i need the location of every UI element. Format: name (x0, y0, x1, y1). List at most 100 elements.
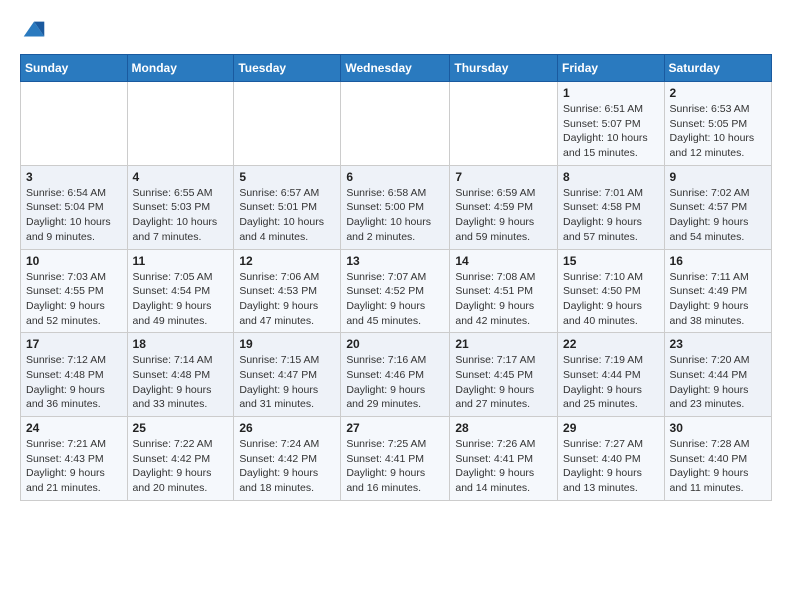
day-number: 27 (346, 421, 444, 435)
day-info: Sunrise: 7:08 AMSunset: 4:51 PMDaylight:… (455, 270, 552, 329)
day-info: Sunrise: 7:01 AMSunset: 4:58 PMDaylight:… (563, 186, 659, 245)
calendar-week-row: 17Sunrise: 7:12 AMSunset: 4:48 PMDayligh… (21, 333, 772, 417)
day-number: 23 (670, 337, 766, 351)
calendar-day-cell: 13Sunrise: 7:07 AMSunset: 4:52 PMDayligh… (341, 249, 450, 333)
calendar-day-cell: 3 Sunrise: 6:54 AMSunset: 5:04 PMDaylight… (21, 165, 128, 249)
day-info: Sunrise: 7:21 AMSunset: 4:43 PMDaylight:… (26, 437, 122, 496)
calendar-week-row: 1 Sunrise: 6:51 AMSunset: 5:07 PMDaylight… (21, 82, 772, 166)
day-info: Sunrise: 7:28 AMSunset: 4:40 PMDaylight:… (670, 437, 766, 496)
calendar-day-cell: 8 Sunrise: 7:01 AMSunset: 4:58 PMDaylight… (558, 165, 665, 249)
day-of-week-header: Monday (127, 55, 234, 82)
calendar-day-cell: 18Sunrise: 7:14 AMSunset: 4:48 PMDayligh… (127, 333, 234, 417)
calendar-day-cell (450, 82, 558, 166)
calendar-day-cell: 15 Sunrise: 7:10 AMSunset: 4:50 PMDayligh… (558, 249, 665, 333)
calendar-week-row: 24 Sunrise: 7:21 AMSunset: 4:43 PMDayligh… (21, 417, 772, 501)
day-number: 12 (239, 254, 335, 268)
calendar-day-cell: 6 Sunrise: 6:58 AMSunset: 5:00 PMDaylight… (341, 165, 450, 249)
day-info: Sunrise: 7:22 AMSunset: 4:42 PMDaylight:… (133, 437, 229, 496)
day-number: 30 (670, 421, 766, 435)
calendar-day-cell: 2 Sunrise: 6:53 AMSunset: 5:05 PMDaylight… (664, 82, 771, 166)
day-number: 1 (563, 86, 659, 100)
calendar-day-cell: 14 Sunrise: 7:08 AMSunset: 4:51 PMDayligh… (450, 249, 558, 333)
day-info: Sunrise: 7:12 AMSunset: 4:48 PMDaylight:… (26, 353, 122, 412)
calendar-day-cell: 29 Sunrise: 7:27 AMSunset: 4:40 PMDayligh… (558, 417, 665, 501)
day-of-week-header: Wednesday (341, 55, 450, 82)
day-number: 14 (455, 254, 552, 268)
day-of-week-header: Tuesday (234, 55, 341, 82)
day-info: Sunrise: 7:19 AMSunset: 4:44 PMDaylight:… (563, 353, 659, 412)
day-number: 16 (670, 254, 766, 268)
day-number: 5 (239, 170, 335, 184)
calendar-day-cell: 16 Sunrise: 7:11 AMSunset: 4:49 PMDayligh… (664, 249, 771, 333)
calendar-day-cell (234, 82, 341, 166)
calendar-day-cell: 11 Sunrise: 7:05 AMSunset: 4:54 PMDayligh… (127, 249, 234, 333)
day-info: Sunrise: 6:59 AMSunset: 4:59 PMDaylight:… (455, 186, 552, 245)
calendar-day-cell: 30 Sunrise: 7:28 AMSunset: 4:40 PMDayligh… (664, 417, 771, 501)
day-number: 26 (239, 421, 335, 435)
calendar-day-cell: 19Sunrise: 7:15 AMSunset: 4:47 PMDayligh… (234, 333, 341, 417)
day-number: 22 (563, 337, 659, 351)
day-number: 29 (563, 421, 659, 435)
day-number: 3 (26, 170, 122, 184)
calendar-day-cell: 9 Sunrise: 7:02 AMSunset: 4:57 PMDaylight… (664, 165, 771, 249)
day-info: Sunrise: 7:24 AMSunset: 4:42 PMDaylight:… (239, 437, 335, 496)
day-number: 2 (670, 86, 766, 100)
day-number: 7 (455, 170, 552, 184)
day-number: 21 (455, 337, 552, 351)
calendar-day-cell: 23 Sunrise: 7:20 AMSunset: 4:44 PMDayligh… (664, 333, 771, 417)
day-info: Sunrise: 6:58 AMSunset: 5:00 PMDaylight:… (346, 186, 444, 245)
day-number: 9 (670, 170, 766, 184)
calendar-day-cell: 4Sunrise: 6:55 AMSunset: 5:03 PMDaylight… (127, 165, 234, 249)
logo-icon (20, 16, 48, 44)
calendar-day-cell (127, 82, 234, 166)
day-info: Sunrise: 6:53 AMSunset: 5:05 PMDaylight:… (670, 102, 766, 161)
calendar-day-cell: 27 Sunrise: 7:25 AMSunset: 4:41 PMDayligh… (341, 417, 450, 501)
calendar-day-cell: 22 Sunrise: 7:19 AMSunset: 4:44 PMDayligh… (558, 333, 665, 417)
calendar-day-cell: 21 Sunrise: 7:17 AMSunset: 4:45 PMDayligh… (450, 333, 558, 417)
day-number: 24 (26, 421, 122, 435)
day-number: 11 (133, 254, 229, 268)
day-info: Sunrise: 6:51 AMSunset: 5:07 PMDaylight:… (563, 102, 659, 161)
day-number: 13 (346, 254, 444, 268)
calendar-day-cell: 12 Sunrise: 7:06 AMSunset: 4:53 PMDayligh… (234, 249, 341, 333)
day-info: Sunrise: 7:03 AMSunset: 4:55 PMDaylight:… (26, 270, 122, 329)
calendar-day-cell: 25 Sunrise: 7:22 AMSunset: 4:42 PMDayligh… (127, 417, 234, 501)
day-info: Sunrise: 7:26 AMSunset: 4:41 PMDaylight:… (455, 437, 552, 496)
calendar-day-cell: 10 Sunrise: 7:03 AMSunset: 4:55 PMDayligh… (21, 249, 128, 333)
calendar-day-cell: 26 Sunrise: 7:24 AMSunset: 4:42 PMDayligh… (234, 417, 341, 501)
calendar-week-row: 10 Sunrise: 7:03 AMSunset: 4:55 PMDayligh… (21, 249, 772, 333)
calendar-header-row: SundayMondayTuesdayWednesdayThursdayFrid… (21, 55, 772, 82)
day-number: 25 (133, 421, 229, 435)
day-info: Sunrise: 7:17 AMSunset: 4:45 PMDaylight:… (455, 353, 552, 412)
day-info: Sunrise: 7:20 AMSunset: 4:44 PMDaylight:… (670, 353, 766, 412)
calendar-day-cell: 5 Sunrise: 6:57 AMSunset: 5:01 PMDaylight… (234, 165, 341, 249)
day-of-week-header: Sunday (21, 55, 128, 82)
day-number: 18 (133, 337, 229, 351)
day-number: 6 (346, 170, 444, 184)
calendar-day-cell: 28 Sunrise: 7:26 AMSunset: 4:41 PMDayligh… (450, 417, 558, 501)
day-info: Sunrise: 6:57 AMSunset: 5:01 PMDaylight:… (239, 186, 335, 245)
calendar-table: SundayMondayTuesdayWednesdayThursdayFrid… (20, 54, 772, 501)
day-number: 15 (563, 254, 659, 268)
day-info: Sunrise: 7:11 AMSunset: 4:49 PMDaylight:… (670, 270, 766, 329)
day-number: 10 (26, 254, 122, 268)
calendar-day-cell: 17Sunrise: 7:12 AMSunset: 4:48 PMDayligh… (21, 333, 128, 417)
day-of-week-header: Saturday (664, 55, 771, 82)
day-number: 28 (455, 421, 552, 435)
day-of-week-header: Friday (558, 55, 665, 82)
day-info: Sunrise: 7:10 AMSunset: 4:50 PMDaylight:… (563, 270, 659, 329)
day-of-week-header: Thursday (450, 55, 558, 82)
day-number: 8 (563, 170, 659, 184)
calendar-day-cell (341, 82, 450, 166)
calendar-day-cell: 1 Sunrise: 6:51 AMSunset: 5:07 PMDaylight… (558, 82, 665, 166)
day-info: Sunrise: 7:05 AMSunset: 4:54 PMDaylight:… (133, 270, 229, 329)
day-info: Sunrise: 7:25 AMSunset: 4:41 PMDaylight:… (346, 437, 444, 496)
logo (20, 16, 52, 44)
day-info: Sunrise: 7:06 AMSunset: 4:53 PMDaylight:… (239, 270, 335, 329)
day-number: 20 (346, 337, 444, 351)
day-info: Sunrise: 7:02 AMSunset: 4:57 PMDaylight:… (670, 186, 766, 245)
day-info: Sunrise: 6:54 AMSunset: 5:04 PMDaylight:… (26, 186, 122, 245)
page-header (20, 16, 772, 44)
day-number: 19 (239, 337, 335, 351)
day-info: Sunrise: 7:27 AMSunset: 4:40 PMDaylight:… (563, 437, 659, 496)
